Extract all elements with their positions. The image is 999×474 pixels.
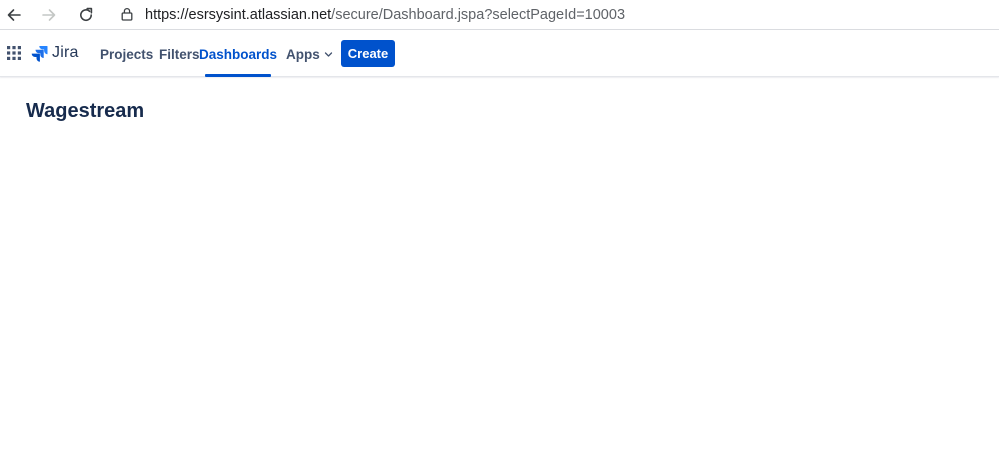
browser-toolbar: https://esrsysint.atlassian.net/secure/D… bbox=[0, 0, 999, 30]
url-path: /secure/Dashboard.jspa?selectPageId=1000… bbox=[331, 7, 626, 23]
url-host: https://esrsysint.atlassian.net bbox=[145, 7, 332, 23]
lock-icon[interactable] bbox=[119, 6, 135, 22]
nav-item-label: Projects bbox=[100, 46, 154, 62]
create-button[interactable]: Create bbox=[341, 40, 395, 67]
jira-logo-icon bbox=[31, 45, 48, 62]
nav-item-projects[interactable]: Projects bbox=[100, 31, 153, 77]
nav-item-dashboards[interactable]: Dashboards bbox=[199, 31, 277, 77]
chevron-down-icon bbox=[324, 50, 333, 59]
forward-arrow-icon[interactable] bbox=[37, 3, 61, 27]
active-tab-indicator bbox=[205, 74, 271, 77]
back-arrow-icon[interactable] bbox=[2, 3, 26, 27]
jira-top-navigation: Jira Projects Filters Dashboards Apps Cr… bbox=[0, 31, 999, 77]
nav-item-label: Filters bbox=[159, 46, 200, 62]
nav-item-label: Apps bbox=[286, 46, 320, 62]
nav-item-apps[interactable]: Apps bbox=[286, 31, 333, 77]
jira-logo[interactable]: Jira bbox=[31, 43, 79, 63]
url-text[interactable]: https://esrsysint.atlassian.net/secure/D… bbox=[145, 6, 625, 24]
reload-icon[interactable] bbox=[74, 3, 98, 27]
nav-item-label: Dashboards bbox=[198, 46, 278, 62]
address-bar[interactable]: https://esrsysint.atlassian.net/secure/D… bbox=[108, 0, 999, 29]
jira-logo-text: Jira bbox=[52, 44, 79, 61]
page-title: Wagestream bbox=[26, 100, 145, 122]
app-switcher-icon[interactable] bbox=[6, 45, 22, 61]
nav-item-filters[interactable]: Filters bbox=[159, 31, 200, 77]
